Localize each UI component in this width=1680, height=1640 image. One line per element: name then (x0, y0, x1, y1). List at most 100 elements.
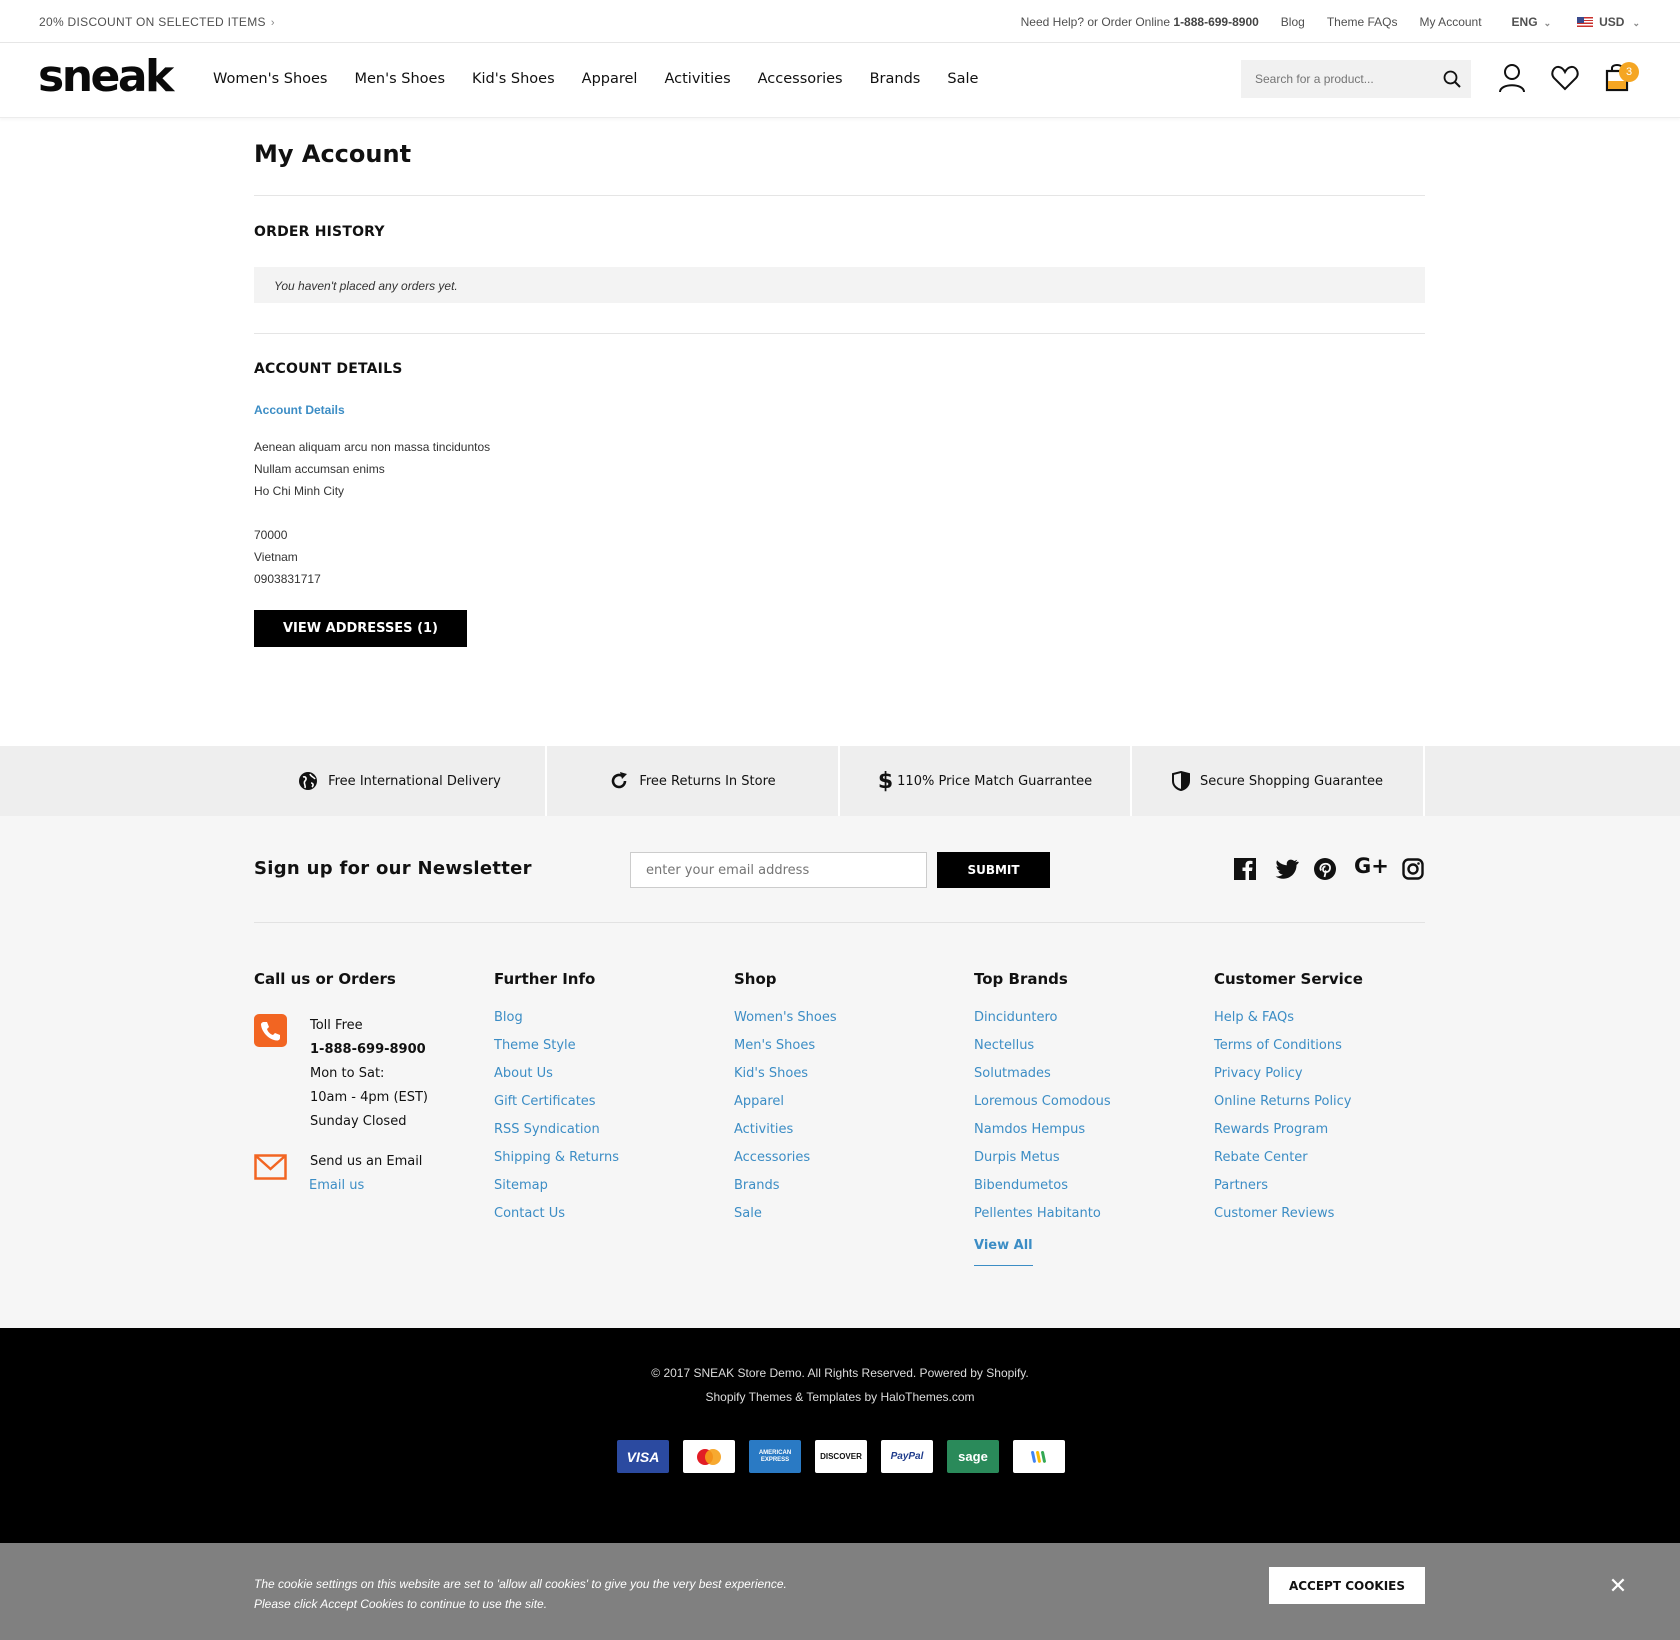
cookie-line: The cookie settings on this website are … (254, 1577, 787, 1591)
logo[interactable]: sneak (38, 51, 174, 102)
wishlist-heart-icon[interactable] (1551, 65, 1579, 91)
no-orders-notice: You haven't placed any orders yet. (254, 267, 1425, 303)
feature-label: Secure Shopping Guarantee (1200, 773, 1383, 789)
footer-link-rewards[interactable]: Rewards Program (1214, 1122, 1425, 1150)
feature-price-match: $ 110% Price Match Guarrantee (840, 746, 1132, 816)
nav-accessories[interactable]: Accessories (758, 71, 843, 87)
footer-brand-link[interactable]: Durpis Metus (974, 1150, 1174, 1178)
shield-icon (1172, 771, 1191, 791)
footer-link-privacy[interactable]: Privacy Policy (1214, 1066, 1425, 1094)
feature-delivery: Free International Delivery (254, 746, 547, 816)
cookie-message: The cookie settings on this website are … (254, 1574, 787, 1614)
footer-link-sitemap[interactable]: Sitemap (494, 1178, 694, 1206)
feature-secure: Secure Shopping Guarantee (1132, 746, 1425, 816)
chevron-right-icon: › (270, 17, 275, 29)
footer-link-contact-us[interactable]: Contact Us (494, 1206, 694, 1234)
nav-brands[interactable]: Brands (870, 71, 921, 87)
email-details: Send us an Email Email us (309, 1150, 480, 1198)
footer-shop-column: Shop Women's Shoes Men's Shoes Kid's Sho… (734, 970, 934, 1234)
footer-top-brands-column: Top Brands Dinciduntero Nectellus Solutm… (974, 970, 1174, 1266)
promo-link[interactable]: 20% DISCOUNT ON SELECTED ITEMS › (39, 15, 275, 29)
account-icon[interactable] (1498, 63, 1526, 93)
contact-phone[interactable]: 1-888-699-8900 (310, 1038, 480, 1062)
facebook-icon[interactable] (1234, 858, 1256, 880)
newsletter-title: Sign up for our Newsletter (254, 858, 532, 879)
view-all-brands-link[interactable]: View All (974, 1238, 1033, 1266)
instagram-icon[interactable] (1402, 858, 1424, 880)
footer-brand-link[interactable]: Namdos Hempus (974, 1122, 1174, 1150)
footer-link-mens-shoes[interactable]: Men's Shoes (734, 1038, 934, 1066)
email-us-link[interactable]: Email us (309, 1174, 480, 1198)
footer-link-partners[interactable]: Partners (1214, 1178, 1425, 1206)
chevron-down-icon: ⌄ (1632, 18, 1640, 28)
cookie-banner: The cookie settings on this website are … (0, 1543, 1680, 1640)
google-plus-icon[interactable]: G+ (1354, 854, 1389, 878)
nav-activities[interactable]: Activities (664, 71, 730, 87)
footer-link-help-faqs[interactable]: Help & FAQs (1214, 1010, 1425, 1038)
feature-returns: Free Returns In Store (547, 746, 840, 816)
paypal-icon: PayPal (881, 1440, 933, 1473)
footer-brand-link[interactable]: Loremous Comodous (974, 1094, 1174, 1122)
feature-label: 110% Price Match Guarrantee (897, 773, 1093, 789)
accept-cookies-button[interactable]: ACCEPT COOKIES (1269, 1567, 1425, 1604)
pinterest-icon[interactable] (1314, 858, 1336, 880)
nav-kids-shoes[interactable]: Kid's Shoes (472, 71, 555, 87)
footer-link-blog[interactable]: Blog (494, 1010, 694, 1038)
footer-link-rebate[interactable]: Rebate Center (1214, 1150, 1425, 1178)
footer-link-apparel[interactable]: Apparel (734, 1094, 934, 1122)
contact-line: Mon to Sat: (310, 1066, 385, 1081)
footer-brand-link[interactable]: Pellentes Habitanto (974, 1206, 1174, 1234)
twitter-icon[interactable] (1275, 859, 1299, 879)
top-link-my-account[interactable]: My Account (1420, 15, 1482, 29)
footer-link-terms[interactable]: Terms of Conditions (1214, 1038, 1425, 1066)
footer-link-shipping-returns[interactable]: Shipping & Returns (494, 1150, 694, 1178)
language-label: ENG (1511, 15, 1538, 29)
footer-link-sale[interactable]: Sale (734, 1206, 934, 1234)
contact-line: Toll Free (310, 1018, 363, 1033)
help-phone[interactable]: 1-888-699-8900 (1173, 15, 1258, 29)
language-selector[interactable]: ENG ⌄ (1512, 15, 1552, 29)
email-label: Send us an Email (310, 1154, 423, 1169)
phone-details: Toll Free 1-888-699-8900 Mon to Sat: 10a… (310, 1014, 480, 1134)
footer-link-gift-certificates[interactable]: Gift Certificates (494, 1094, 694, 1122)
nav-mens-shoes[interactable]: Men's Shoes (355, 71, 446, 87)
footer-brand-link[interactable]: Solutmades (974, 1066, 1174, 1094)
footer-link-about-us[interactable]: About Us (494, 1066, 694, 1094)
search-box (1241, 60, 1471, 98)
currency-label: USD (1599, 15, 1625, 29)
address-line (254, 502, 490, 524)
view-addresses-button[interactable]: VIEW ADDRESSES (1) (254, 610, 467, 647)
top-link-blog[interactable]: Blog (1281, 15, 1305, 29)
currency-selector[interactable]: USD ⌄ (1577, 15, 1640, 29)
footer-link-kids-shoes[interactable]: Kid's Shoes (734, 1066, 934, 1094)
nav-apparel[interactable]: Apparel (582, 71, 638, 87)
visa-card-icon: VISA (617, 1440, 669, 1473)
top-link-theme-faqs[interactable]: Theme FAQs (1327, 15, 1398, 29)
promo-text[interactable]: 20% DISCOUNT ON SELECTED ITEMS (39, 15, 266, 29)
footer-brand-link[interactable]: Bibendumetos (974, 1178, 1174, 1206)
newsletter-email-input[interactable] (630, 852, 927, 888)
footer: Sign up for our Newsletter SUBMIT G+ Cal… (0, 816, 1680, 1328)
footer-brand-link[interactable]: Dinciduntero (974, 1010, 1174, 1038)
account-details-link[interactable]: Account Details (254, 403, 345, 417)
footer-link-womens-shoes[interactable]: Women's Shoes (734, 1010, 934, 1038)
footer-link-accessories[interactable]: Accessories (734, 1150, 934, 1178)
page-title: My Account (254, 140, 412, 168)
footer-link-theme-style[interactable]: Theme Style (494, 1038, 694, 1066)
search-input[interactable] (1241, 60, 1431, 98)
feature-label: Free Returns In Store (639, 773, 776, 789)
search-icon[interactable] (1443, 70, 1461, 88)
sage-pay-icon: sage (947, 1440, 999, 1473)
footer-link-brands[interactable]: Brands (734, 1178, 934, 1206)
contact-line: 10am - 4pm (EST) (310, 1090, 428, 1105)
footer-link-activities[interactable]: Activities (734, 1122, 934, 1150)
nav-sale[interactable]: Sale (947, 71, 978, 87)
close-icon[interactable]: ✕ (1608, 1575, 1628, 1597)
contact-line: Sunday Closed (310, 1114, 407, 1129)
newsletter-submit-button[interactable]: SUBMIT (937, 852, 1050, 888)
footer-brand-link[interactable]: Nectellus (974, 1038, 1174, 1066)
footer-link-online-returns[interactable]: Online Returns Policy (1214, 1094, 1425, 1122)
footer-link-reviews[interactable]: Customer Reviews (1214, 1206, 1425, 1234)
footer-link-rss[interactable]: RSS Syndication (494, 1122, 694, 1150)
nav-womens-shoes[interactable]: Women's Shoes (213, 71, 328, 87)
